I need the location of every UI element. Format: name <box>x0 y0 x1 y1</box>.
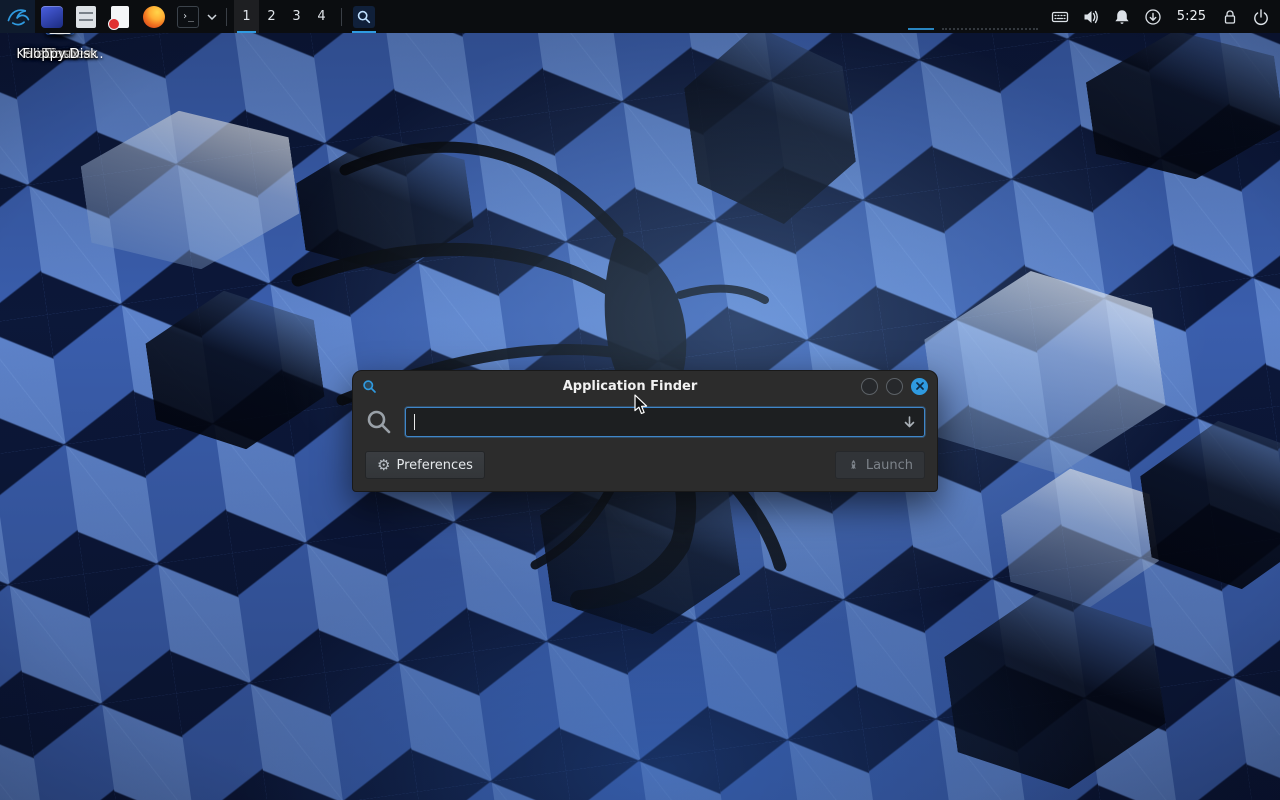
arrow-down-icon[interactable] <box>903 415 916 430</box>
lock-icon <box>1221 8 1239 26</box>
search-row <box>365 407 925 437</box>
workspace-button-4[interactable]: 4 <box>309 0 334 33</box>
window-button-application-finder[interactable] <box>349 0 379 33</box>
launch-icon <box>847 459 860 472</box>
dialog-body: ⚙ Preferences Launch <box>353 401 937 491</box>
top-panel: ›_ 1 2 3 4 <box>0 0 1280 33</box>
panel-right-section: 5:25 <box>908 0 1280 33</box>
search-entry[interactable] <box>405 407 925 437</box>
dragon-silhouette <box>250 95 910 615</box>
firefox-icon <box>143 6 165 28</box>
workspace-label: 2 <box>267 9 275 24</box>
kali-menu-icon <box>5 4 31 30</box>
text-editor-icon <box>111 6 129 28</box>
titlebar[interactable]: Application Finder <box>353 371 937 401</box>
preferences-button[interactable]: ⚙ Preferences <box>365 451 485 479</box>
notifications-button[interactable] <box>1113 0 1131 33</box>
screenlock-button[interactable] <box>1221 0 1239 33</box>
preferences-label: Preferences <box>396 458 472 473</box>
panel-indicator-dashes <box>908 0 1038 33</box>
chevron-down-icon <box>207 14 217 20</box>
window-title: Application Finder <box>413 379 847 394</box>
panel-separator <box>341 8 342 26</box>
desktop-screen: ›_ 1 2 3 4 <box>0 0 1280 800</box>
power-icon <box>1252 8 1270 26</box>
keyboard-icon <box>1051 8 1069 26</box>
maximize-button[interactable] <box>886 378 903 395</box>
search-icon <box>365 408 393 436</box>
text-editor-launcher[interactable] <box>107 0 133 33</box>
terminal-icon: ›_ <box>177 6 199 28</box>
close-icon <box>916 382 924 390</box>
workspace-button-1[interactable]: 1 <box>234 0 259 33</box>
panel-separator <box>226 8 227 26</box>
close-button[interactable] <box>911 378 928 395</box>
file-manager-launcher[interactable] <box>39 0 65 33</box>
workspace-button-3[interactable]: 3 <box>284 0 309 33</box>
button-row: ⚙ Preferences Launch <box>365 451 925 479</box>
file-cabinet-icon <box>76 6 96 28</box>
volume-icon <box>1082 8 1100 26</box>
window-app-icon <box>362 379 377 394</box>
file-cabinet-launcher[interactable] <box>73 0 99 33</box>
power-button[interactable] <box>1252 0 1270 33</box>
workspace-label: 1 <box>242 9 250 24</box>
workspace-button-2[interactable]: 2 <box>259 0 284 33</box>
workspace-label: 4 <box>317 9 325 24</box>
network-icon <box>1144 8 1162 26</box>
terminal-launcher[interactable]: ›_ <box>175 0 201 33</box>
file-manager-icon <box>41 6 63 28</box>
launch-label: Launch <box>866 458 913 473</box>
terminal-dropdown-button[interactable] <box>205 0 219 33</box>
network-button[interactable] <box>1144 0 1162 33</box>
window-controls <box>861 378 928 395</box>
keyboard-layout-button[interactable] <box>1051 0 1069 33</box>
gear-icon: ⚙ <box>377 458 390 473</box>
desktop-icon-label: Floppy Disk <box>22 47 97 62</box>
panel-left-section: ›_ 1 2 3 4 <box>0 0 379 33</box>
search-input[interactable] <box>415 415 903 430</box>
application-finder-window: Application Finder <box>352 370 938 492</box>
firefox-launcher[interactable] <box>141 0 167 33</box>
application-finder-icon <box>353 6 375 28</box>
bell-icon <box>1113 8 1131 26</box>
minimize-button[interactable] <box>861 378 878 395</box>
volume-button[interactable] <box>1082 0 1100 33</box>
workspace-label: 3 <box>292 9 300 24</box>
applications-menu-button[interactable] <box>0 0 35 33</box>
launch-button[interactable]: Launch <box>835 451 925 479</box>
panel-clock[interactable]: 5:25 <box>1175 9 1208 24</box>
